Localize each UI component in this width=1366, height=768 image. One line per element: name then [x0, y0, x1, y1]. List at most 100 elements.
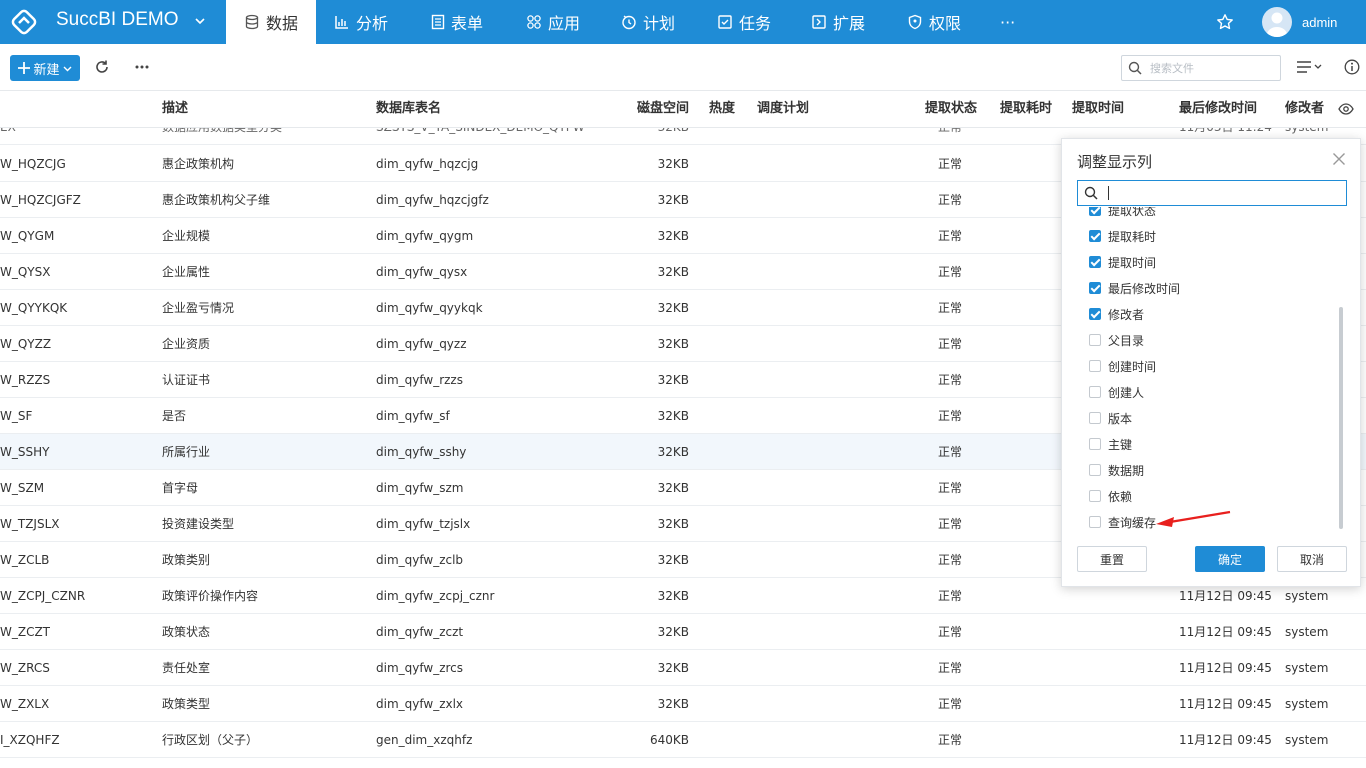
checkbox-checked-icon[interactable] — [1089, 308, 1101, 320]
confirm-button[interactable]: 确定 — [1195, 546, 1265, 572]
chevron-down-icon[interactable] — [194, 15, 206, 27]
info-icon[interactable] — [1344, 59, 1360, 75]
nav-tab-analysis[interactable]: 分析 — [334, 0, 388, 44]
refresh-icon[interactable] — [94, 59, 110, 75]
column-option[interactable]: 版本 — [1089, 405, 1132, 431]
column-search-input[interactable] — [1106, 184, 1336, 202]
column-header-heat[interactable]: 热度 — [709, 91, 735, 127]
column-option[interactable]: 修改者 — [1089, 301, 1144, 327]
column-option-label: 创建时间 — [1108, 359, 1157, 374]
cell-status: 正常 — [938, 229, 963, 243]
table-row[interactable]: W_ZCZT 政策状态 dim_qyfw_zczt 32KB 正常 11月12日 09:4… — [0, 614, 1366, 650]
table-row[interactable]: I_XZQHFZ 行政区划（父子） gen_dim_xzqhfz 640KB 正常 11月… — [0, 722, 1366, 758]
nav-more-button[interactable]: ··· — [1000, 0, 1015, 44]
cell-description: 政策评价操作内容 — [162, 589, 259, 603]
column-option[interactable]: 最后修改时间 — [1089, 275, 1180, 301]
column-header-modifier[interactable]: 修改者 — [1285, 91, 1324, 127]
checkbox-unchecked-icon[interactable] — [1089, 464, 1101, 476]
column-option[interactable]: 提取状态 — [1089, 207, 1156, 223]
cell-name: W_QYZZ — [0, 337, 52, 351]
nav-tab-schedule[interactable]: 计划 — [621, 0, 675, 44]
cell-disk-space: 32KB — [657, 157, 689, 171]
checkbox-checked-icon[interactable] — [1089, 230, 1101, 242]
column-header-extract-status[interactable]: 提取状态 — [925, 91, 977, 127]
toolbar: 新建 — [0, 44, 1366, 90]
column-header-extract-duration[interactable]: 提取耗时 — [1000, 91, 1052, 127]
column-search-box[interactable] — [1077, 180, 1347, 206]
nav-tab-permissions[interactable]: 权限 — [907, 0, 961, 44]
column-header-description[interactable]: 描述 — [162, 91, 188, 127]
app-title[interactable]: SuccBI DEMO — [56, 9, 178, 31]
file-search-box[interactable] — [1121, 55, 1281, 81]
nav-label: 任务 — [739, 14, 772, 33]
column-option[interactable]: 创建时间 — [1089, 353, 1156, 379]
column-header-extract-time[interactable]: 提取时间 — [1072, 91, 1124, 127]
list-view-toggle-icon[interactable] — [1296, 59, 1324, 75]
column-option-label: 依赖 — [1108, 489, 1133, 504]
table-row[interactable]: W_ZXLX 政策类型 dim_qyfw_zxlx 32KB 正常 11月12日 09:4… — [0, 686, 1366, 722]
cell-name: W_ZCZT — [0, 625, 51, 639]
cell-db-table: dim_qyfw_zrcs — [376, 661, 464, 675]
cell-db-table: dim_qyfw_hqzcjgfz — [376, 193, 489, 207]
cell-db-table: dim_qyfw_zxlx — [376, 697, 464, 711]
cell-db-table: dim_qyfw_zczt — [376, 625, 464, 639]
cell-modifier: system — [1285, 733, 1329, 747]
checkbox-checked-icon[interactable] — [1089, 282, 1101, 294]
nav-tab-data[interactable]: 数据 — [226, 0, 316, 44]
column-header-schedule[interactable]: 调度计划 — [757, 91, 809, 127]
cell-db-table: gen_dim_xzqhfz — [376, 733, 473, 747]
reset-button[interactable]: 重置 — [1077, 546, 1147, 572]
cell-name: W_RZZS — [0, 373, 51, 387]
nav-tab-tasks[interactable]: 任务 — [717, 0, 771, 44]
nav-tab-form[interactable]: 表单 — [431, 0, 483, 44]
column-option-label: 数据期 — [1108, 463, 1145, 478]
nav-label: 分析 — [356, 14, 389, 33]
user-menu[interactable]: admin — [1262, 0, 1337, 44]
column-header-disk-space[interactable]: 磁盘空间 — [620, 91, 689, 127]
cell-modifier: system — [1285, 625, 1329, 639]
list-scrollbar[interactable] — [1339, 307, 1343, 529]
cell-name: I_XZQHFZ — [0, 733, 60, 747]
table-row[interactable]: W_ZRCS 责任处室 dim_qyfw_zrcs 32KB 正常 11月12日 09:4… — [0, 650, 1366, 686]
file-search-input[interactable] — [1150, 59, 1274, 77]
cancel-button[interactable]: 取消 — [1277, 546, 1347, 572]
checkbox-unchecked-icon[interactable] — [1089, 412, 1101, 424]
checkbox-unchecked-icon[interactable] — [1089, 386, 1101, 398]
column-header-last-modified[interactable]: 最后修改时间 — [1179, 91, 1257, 127]
checkbox-checked-icon[interactable] — [1089, 207, 1101, 216]
cell-description: 企业规模 — [162, 229, 211, 243]
checkbox-unchecked-icon[interactable] — [1089, 334, 1101, 346]
cell-disk-space: 32KB — [657, 553, 689, 567]
dialog-title: 调整显示列 — [1077, 153, 1153, 171]
column-option[interactable]: 查询缓存 — [1089, 509, 1156, 529]
more-options-icon[interactable] — [134, 59, 150, 75]
checkbox-unchecked-icon[interactable] — [1089, 490, 1101, 502]
column-option[interactable]: 提取时间 — [1089, 249, 1156, 275]
column-option[interactable]: 依赖 — [1089, 483, 1132, 509]
nav-tab-apps[interactable]: 应用 — [526, 0, 580, 44]
cell-status: 正常 — [938, 265, 963, 279]
cell-status: 正常 — [938, 481, 963, 495]
cell-disk-space: 32KB — [657, 193, 689, 207]
cell-disk-space: 32KB — [657, 301, 689, 315]
checkbox-checked-icon[interactable] — [1089, 256, 1101, 268]
nav-tab-extensions[interactable]: 扩展 — [811, 0, 865, 44]
eye-icon[interactable] — [1338, 102, 1354, 116]
column-option[interactable]: 父目录 — [1089, 327, 1144, 353]
column-option-label: 父目录 — [1108, 333, 1145, 348]
close-icon[interactable] — [1332, 152, 1346, 166]
checkbox-unchecked-icon[interactable] — [1089, 360, 1101, 372]
cell-status: 正常 — [938, 697, 963, 711]
cell-disk-space: 32KB — [657, 517, 689, 531]
column-option[interactable]: 主键 — [1089, 431, 1132, 457]
column-option[interactable]: 创建人 — [1089, 379, 1144, 405]
cell-description: 首字母 — [162, 481, 199, 495]
favorites-button[interactable] — [1216, 0, 1234, 44]
new-button[interactable]: 新建 — [10, 55, 80, 81]
column-option[interactable]: 提取耗时 — [1089, 223, 1156, 249]
checkbox-unchecked-icon[interactable] — [1089, 438, 1101, 450]
column-option[interactable]: 数据期 — [1089, 457, 1144, 483]
column-header-db-table[interactable]: 数据库表名 — [376, 91, 441, 127]
cell-disk-space: 640KB — [649, 733, 689, 747]
checkbox-unchecked-icon[interactable] — [1089, 516, 1101, 528]
